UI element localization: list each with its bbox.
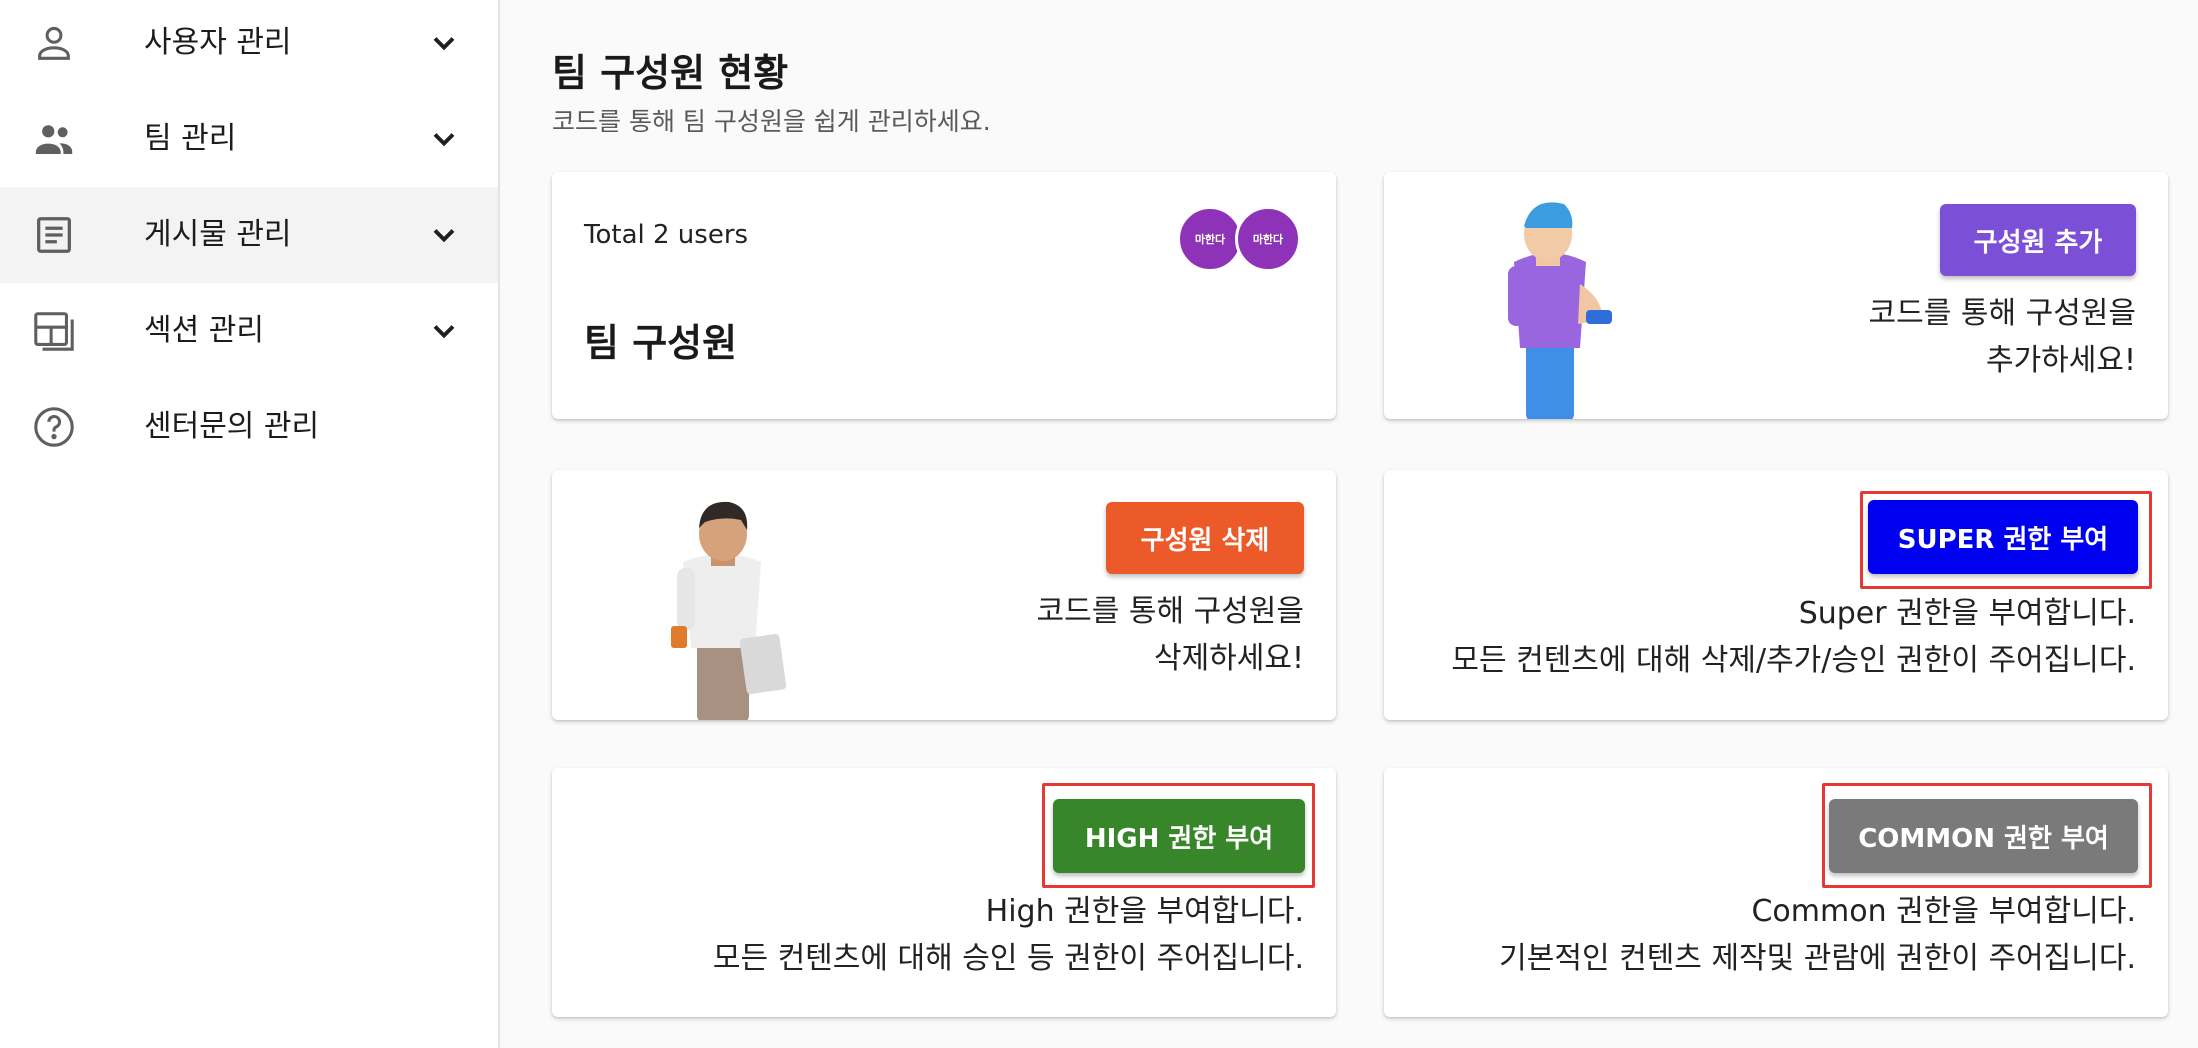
page-title: 팀 구성원 현황 bbox=[552, 51, 789, 95]
avatar-text: 마한다 bbox=[1194, 233, 1226, 246]
high-permission-description: High 권한을 부여합니다. 모든 컨텐츠에 대해 승인 등 권한이 주어집니… bbox=[713, 888, 1304, 982]
total-users-label: Total 2 users bbox=[584, 220, 749, 250]
sidebar-item-user-management[interactable]: 사용자 관리 bbox=[0, 0, 498, 91]
description-line: 모든 컨텐츠에 대해 삭제/추가/승인 권한이 주어집니다. bbox=[1451, 643, 2136, 678]
chevron-down-icon[interactable] bbox=[426, 121, 462, 157]
sidebar-item-section-management[interactable]: 섹션 관리 bbox=[0, 283, 498, 379]
remove-member-button[interactable]: 구성원 삭제 bbox=[1106, 502, 1304, 574]
sidebar-item-label: 센터문의 관리 bbox=[144, 409, 320, 444]
avatar[interactable]: 마한다 bbox=[1177, 206, 1243, 272]
sidebar: 사용자 관리 팀 관리 게시물 관리 섹션 관리 센터문의 관리 bbox=[0, 0, 500, 1048]
chevron-down-icon[interactable] bbox=[426, 217, 462, 253]
high-permission-card: HIGH 권한 부여 High 권한을 부여합니다. 모든 컨텐츠에 대해 승인… bbox=[552, 768, 1336, 1017]
description-line: High 권한을 부여합니다. bbox=[985, 894, 1304, 929]
person-illustration bbox=[1508, 202, 1612, 419]
remove-member-description: 코드를 통해 구성원을 삭제하세요! bbox=[1037, 588, 1304, 682]
sidebar-item-help-management[interactable]: 센터문의 관리 bbox=[0, 379, 498, 475]
layout-icon bbox=[30, 307, 78, 355]
remove-member-card: 구성원 삭제 코드를 통해 구성원을 삭제하세요! bbox=[552, 470, 1336, 720]
person-icon bbox=[30, 19, 78, 67]
description-line: 삭제하세요! bbox=[1153, 641, 1304, 676]
common-permission-card: COMMON 권한 부여 Common 권한을 부여합니다. 기본적인 컨텐츠 … bbox=[1384, 768, 2168, 1017]
team-members-title: 팀 구성원 bbox=[584, 321, 738, 365]
sidebar-item-post-management[interactable]: 게시물 관리 bbox=[0, 187, 498, 283]
group-icon bbox=[30, 115, 78, 163]
app-root: 사용자 관리 팀 관리 게시물 관리 섹션 관리 센터문의 관리 팀 구성원 현… bbox=[0, 0, 2198, 1048]
high-permission-button[interactable]: HIGH 권한 부여 bbox=[1053, 799, 1305, 873]
avatar[interactable]: 마한다 bbox=[1235, 206, 1301, 272]
sidebar-item-label: 게시물 관리 bbox=[144, 217, 292, 252]
super-permission-description: Super 권한을 부여합니다. 모든 컨텐츠에 대해 삭제/추가/승인 권한이… bbox=[1451, 590, 2136, 684]
sidebar-item-label: 섹션 관리 bbox=[144, 313, 264, 348]
help-circle-icon bbox=[30, 403, 78, 451]
add-member-button[interactable]: 구성원 추가 bbox=[1940, 204, 2136, 276]
person-illustration bbox=[671, 501, 787, 720]
sidebar-item-team-management[interactable]: 팀 관리 bbox=[0, 91, 498, 187]
chevron-down-icon[interactable] bbox=[426, 313, 462, 349]
super-permission-button[interactable]: SUPER 권한 부여 bbox=[1868, 500, 2138, 574]
description-line: 코드를 통해 구성원을 bbox=[1868, 296, 2136, 331]
add-member-description: 코드를 통해 구성원을 추가하세요! bbox=[1869, 290, 2136, 384]
description-line: 코드를 통해 구성원을 bbox=[1036, 594, 1304, 629]
article-icon bbox=[30, 211, 78, 259]
description-line: Super 권한을 부여합니다. bbox=[1798, 596, 2136, 631]
common-permission-description: Common 권한을 부여합니다. 기본적인 컨텐츠 제작및 관람에 권한이 주… bbox=[1499, 888, 2136, 982]
super-permission-card: SUPER 권한 부여 Super 권한을 부여합니다. 모든 컨텐츠에 대해 … bbox=[1384, 470, 2168, 720]
chevron-down-icon[interactable] bbox=[426, 25, 462, 61]
description-line: 기본적인 컨텐츠 제작및 관람에 권한이 주어집니다. bbox=[1499, 941, 2136, 976]
avatar-text: 마한다 bbox=[1252, 233, 1284, 246]
description-line: 모든 컨텐츠에 대해 승인 등 권한이 주어집니다. bbox=[712, 941, 1304, 976]
sidebar-item-label: 팀 관리 bbox=[144, 121, 237, 156]
description-line: 추가하세요! bbox=[1985, 343, 2136, 378]
common-permission-button[interactable]: COMMON 권한 부여 bbox=[1829, 799, 2138, 873]
team-members-card: Total 2 users 팀 구성원 마한다 마한다 bbox=[552, 172, 1336, 419]
sidebar-item-label: 사용자 관리 bbox=[144, 25, 292, 60]
description-line: Common 권한을 부여합니다. bbox=[1751, 894, 2136, 929]
page-subtitle: 코드를 통해 팀 구성원을 쉽게 관리하세요. bbox=[552, 107, 991, 136]
add-member-card: 구성원 추가 코드를 통해 구성원을 추가하세요! bbox=[1384, 172, 2168, 419]
